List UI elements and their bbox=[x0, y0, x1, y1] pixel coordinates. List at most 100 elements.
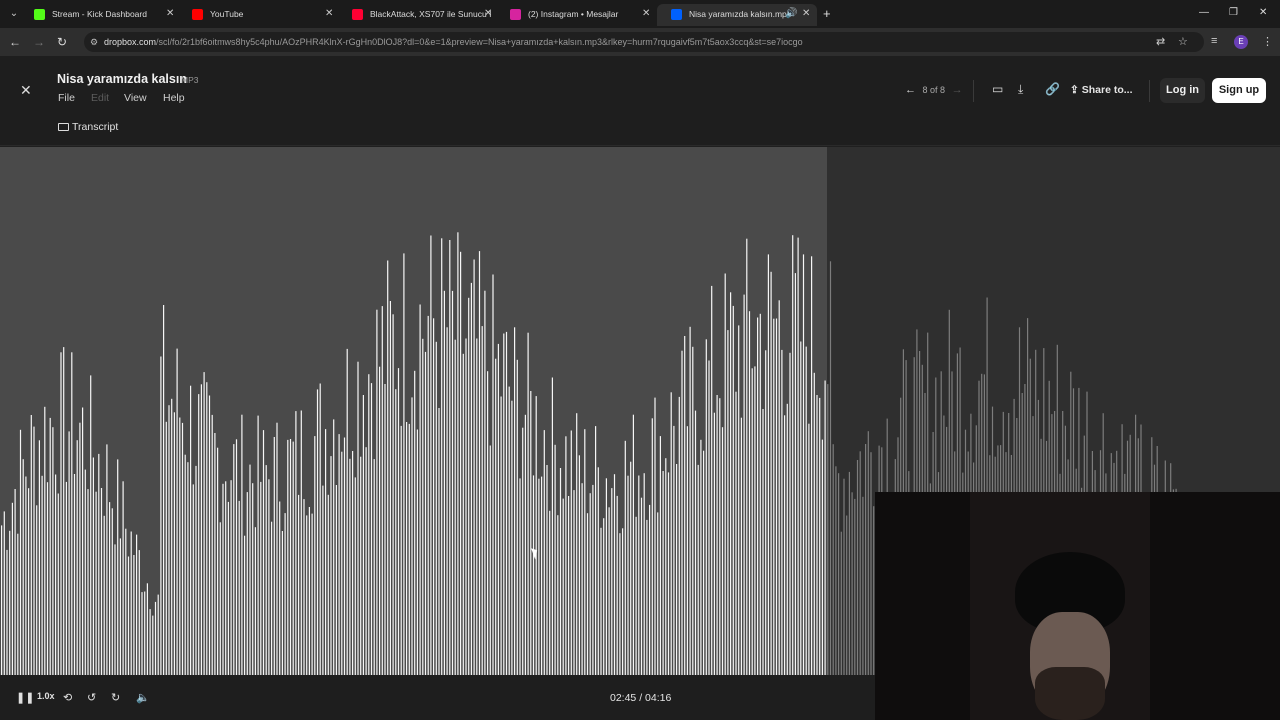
volume-icon[interactable]: 🔈 bbox=[136, 691, 150, 704]
tab-label: Nisa yaramızda kalsın.mp3 bbox=[689, 9, 792, 19]
close-tab-icon[interactable]: ✕ bbox=[325, 4, 333, 24]
waveform-bar bbox=[492, 274, 494, 675]
login-button[interactable]: Log in bbox=[1160, 78, 1205, 103]
waveform-bar bbox=[846, 515, 848, 675]
repeat-icon[interactable]: ⟲ bbox=[63, 691, 72, 704]
waveform-bar bbox=[55, 474, 57, 675]
waveform-bar bbox=[373, 459, 375, 675]
waveform-bar bbox=[578, 455, 580, 675]
waveform-bar bbox=[805, 346, 807, 675]
tab-dropbox[interactable]: Nisa yaramızda kalsın.mp3 🔊 ✕ bbox=[657, 4, 817, 26]
menu-help[interactable]: Help bbox=[163, 92, 185, 104]
share-button[interactable]: ⇪ Share to... bbox=[1070, 84, 1133, 96]
next-file-icon[interactable]: → bbox=[952, 84, 963, 96]
tab-kick[interactable]: Stream - Kick Dashboard ✕ bbox=[20, 4, 180, 26]
waveform-bar bbox=[408, 423, 410, 675]
waveform-bar bbox=[500, 396, 502, 675]
waveform-bar bbox=[862, 496, 864, 675]
waveform-bar bbox=[227, 501, 229, 675]
tab-label: YouTube bbox=[210, 9, 244, 19]
close-tab-icon[interactable]: ✕ bbox=[802, 4, 810, 24]
waveform-bar bbox=[562, 498, 564, 675]
tab-blackattack[interactable]: BlackAttack, XS707 ile Sunucu İ ✕ bbox=[338, 4, 496, 26]
waveform-bar bbox=[71, 352, 73, 675]
waveform-bar bbox=[586, 513, 589, 675]
waveform-bar bbox=[505, 331, 508, 675]
close-preview-icon[interactable]: ✕ bbox=[20, 82, 32, 99]
waveform-bar bbox=[36, 505, 38, 675]
tab-instagram[interactable]: (2) Instagram • Mesajlar ✕ bbox=[496, 4, 656, 26]
new-tab-icon[interactable]: + bbox=[823, 6, 831, 21]
waveform-bar bbox=[281, 531, 283, 675]
waveform-bar bbox=[111, 508, 113, 675]
waveform-bar bbox=[584, 429, 586, 675]
playback-speed-button[interactable]: 1.0x bbox=[37, 691, 55, 701]
transcript-button[interactable]: Transcript bbox=[58, 121, 118, 133]
close-tab-icon[interactable]: ✕ bbox=[166, 4, 174, 24]
waveform-bar bbox=[838, 473, 840, 675]
translate-icon[interactable]: ⇄ bbox=[1156, 35, 1165, 48]
waveform-bar bbox=[192, 484, 194, 675]
waveform-bar bbox=[827, 384, 829, 675]
copy-link-icon[interactable]: 🔗 bbox=[1045, 82, 1060, 96]
close-tab-icon[interactable]: ✕ bbox=[484, 4, 492, 24]
waveform-bar bbox=[384, 384, 386, 675]
previous-file-icon[interactable]: ← bbox=[905, 84, 916, 96]
rewind-10-icon[interactable]: ↺ bbox=[87, 691, 96, 704]
minimize-icon[interactable]: — bbox=[1199, 7, 1209, 18]
waveform-bar bbox=[856, 460, 859, 675]
window-close-icon[interactable]: ✕ bbox=[1259, 7, 1267, 18]
address-input[interactable]: ⚙ dropbox.com/scl/fo/2r1bf6oitmws8hy5c4p… bbox=[84, 32, 1204, 52]
waveform-bar bbox=[257, 415, 259, 675]
waveform-bar bbox=[597, 467, 599, 675]
back-icon[interactable]: ← bbox=[9, 35, 21, 49]
forward-10-icon[interactable]: ↻ bbox=[111, 691, 120, 704]
menu-file[interactable]: File bbox=[58, 92, 75, 104]
comment-icon[interactable]: ▭ bbox=[992, 82, 1003, 96]
signup-button[interactable]: Sign up bbox=[1212, 78, 1266, 103]
waveform-bar bbox=[462, 353, 464, 675]
waveform-bar bbox=[451, 290, 454, 675]
pause-icon[interactable]: ❚❚ bbox=[16, 691, 34, 704]
waveform-bar bbox=[235, 439, 238, 675]
waveform-bar bbox=[376, 309, 378, 675]
waveform-bar bbox=[476, 338, 478, 675]
profile-avatar[interactable]: E bbox=[1234, 35, 1248, 49]
speaker-icon[interactable]: 🔊 bbox=[785, 4, 797, 24]
waveform-bar bbox=[684, 336, 686, 675]
waveform-bar bbox=[33, 426, 35, 675]
menu-edit[interactable]: Edit bbox=[91, 92, 109, 104]
waveform-bar bbox=[840, 531, 842, 675]
waveform-bar bbox=[103, 515, 105, 675]
bookmark-star-icon[interactable]: ☆ bbox=[1178, 35, 1188, 48]
waveform-bar bbox=[770, 271, 772, 675]
tab-youtube[interactable]: YouTube ✕ bbox=[178, 4, 338, 26]
waveform-bar bbox=[387, 260, 389, 675]
menu-view[interactable]: View bbox=[124, 92, 147, 104]
waveform-bar bbox=[519, 478, 521, 675]
waveform-bar bbox=[762, 409, 764, 675]
media-control-icon[interactable]: ≡ bbox=[1211, 35, 1217, 47]
waveform-bar bbox=[333, 419, 335, 675]
waveform-bar bbox=[225, 481, 227, 675]
reload-icon[interactable]: ↻ bbox=[57, 35, 67, 49]
waveform-bar bbox=[867, 431, 869, 675]
waveform-bar bbox=[138, 550, 140, 675]
download-icon[interactable]: ⤓ bbox=[1018, 82, 1023, 97]
restore-icon[interactable]: ❐ bbox=[1229, 7, 1238, 18]
waveform-bar bbox=[300, 410, 302, 675]
waveform-bar bbox=[678, 396, 680, 675]
browser-menu-icon[interactable]: ⋮ bbox=[1262, 35, 1273, 48]
waveform-bar bbox=[200, 384, 202, 675]
waveform-bar bbox=[794, 273, 796, 675]
waveform-bar bbox=[424, 351, 427, 675]
waveform-bar bbox=[646, 519, 648, 675]
site-info-icon[interactable]: ⚙ bbox=[90, 32, 98, 52]
close-tab-icon[interactable]: ✕ bbox=[642, 4, 650, 24]
forward-icon[interactable]: → bbox=[33, 35, 45, 49]
waveform-bar bbox=[173, 412, 175, 675]
waveform-bar bbox=[381, 306, 383, 675]
waveform-bar bbox=[613, 474, 616, 675]
pager-label: 8 of 8 bbox=[922, 85, 946, 95]
waveform-bar bbox=[422, 338, 424, 675]
